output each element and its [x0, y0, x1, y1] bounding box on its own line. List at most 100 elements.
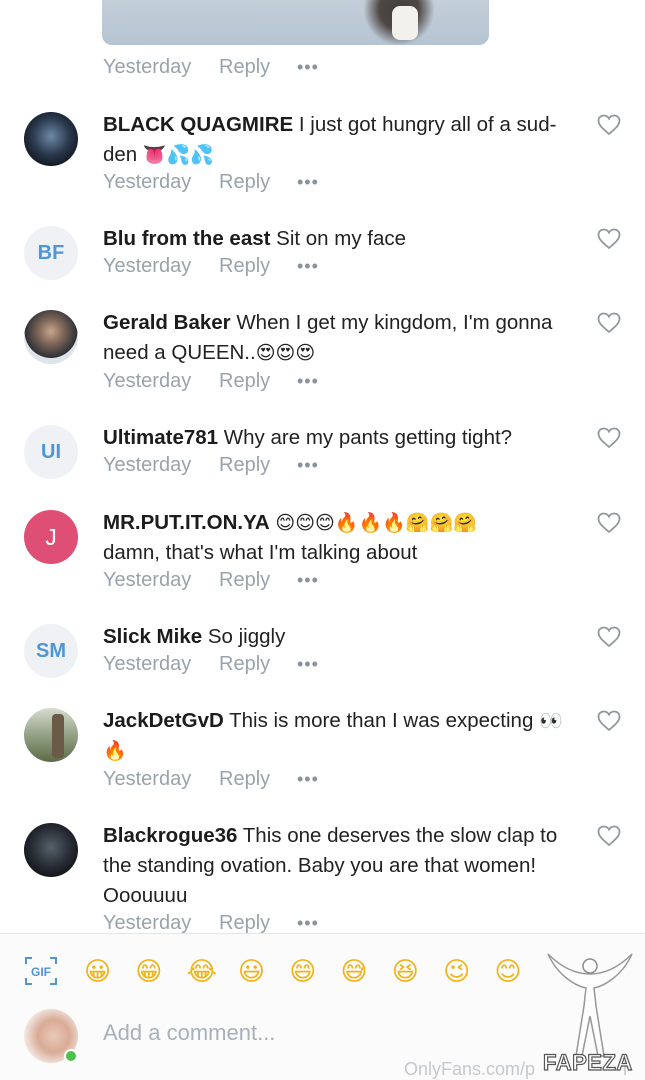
emoji-wink[interactable]: 😉 [443, 954, 494, 990]
fapeza-brand: FAPEZA [542, 1049, 633, 1075]
more-options-icon[interactable]: ••• [297, 455, 319, 476]
comment-text: Ultimate781 Why are my pants getting tig… [103, 423, 568, 453]
reply-button[interactable]: Reply [219, 56, 297, 79]
gif-label: GIF [31, 965, 51, 979]
like-heart-icon[interactable] [597, 512, 621, 534]
reply-button[interactable]: Reply [219, 171, 297, 194]
comment-author[interactable]: JackDetGvD [103, 709, 224, 732]
emoji-beaming[interactable]: 😁 [135, 954, 186, 990]
comment-body: damn, that's what I'm talking about [103, 541, 418, 564]
image-figure-shirt [392, 6, 418, 40]
emoji-smiley[interactable]: 😃 [238, 954, 289, 990]
like-heart-icon[interactable] [597, 626, 621, 648]
online-status-dot [64, 1049, 78, 1063]
comment-body: I just got hungry all of a sud- [298, 113, 557, 136]
reply-button[interactable]: Reply [219, 569, 297, 592]
emoji-quick-row: 😀 😁 😂 😃 😄 😅 😆 😉 😊 [84, 954, 546, 990]
avatar[interactable] [24, 310, 78, 364]
comment-meta: Yesterday Reply ••• [103, 768, 319, 791]
avatar[interactable]: J [24, 510, 78, 564]
comment-text: BLACK QUAGMIRE I just got hungry all of … [103, 110, 568, 170]
more-options-icon[interactable]: ••• [297, 256, 319, 277]
comment-meta: Yesterday Reply ••• [103, 912, 319, 935]
avatar[interactable] [24, 823, 78, 877]
comment-text: MR.PUT.IT.ON.YA 😊😊😊🔥🔥🔥🤗🤗🤗 damn, that's w… [103, 508, 568, 568]
more-options-icon[interactable]: ••• [297, 57, 319, 78]
comment-body: So jiggly [207, 625, 286, 648]
comment-input[interactable]: Add a comment... [103, 1020, 275, 1046]
emoji-grinning[interactable]: 😀 [84, 954, 135, 990]
like-heart-icon[interactable] [597, 427, 621, 449]
reply-button[interactable]: Reply [219, 255, 297, 278]
comment-body-cont: Ooouuuu [103, 884, 188, 907]
comment-meta: Yesterday Reply ••• [103, 454, 319, 477]
like-heart-icon[interactable] [597, 825, 621, 847]
emoji-laughing[interactable]: 😆 [392, 954, 443, 990]
comment-body-cont: the standing ovation. Baby you are that … [103, 854, 537, 877]
comment-composer: GIF 😀 😁 😂 😃 😄 😅 😆 😉 😊 Add a comment... O… [0, 933, 645, 1080]
comment-text: Slick Mike So jiggly [103, 622, 568, 652]
comment-meta: Yesterday Reply ••• [103, 569, 319, 592]
comment-time: Yesterday [103, 569, 192, 591]
comment-time: Yesterday [103, 912, 192, 934]
comment-body: This one deserves the slow clap to [242, 824, 558, 847]
comment-time: Yesterday [103, 454, 192, 476]
comment-meta: Yesterday Reply ••• [103, 56, 319, 79]
comment-body: This is more than I was expecting [229, 709, 534, 732]
like-heart-icon[interactable] [597, 114, 621, 136]
avatar[interactable] [24, 112, 78, 166]
like-heart-icon[interactable] [597, 228, 621, 250]
comment-emoji: 👀 [539, 710, 563, 732]
comment-meta: Yesterday Reply ••• [103, 255, 319, 278]
more-options-icon[interactable]: ••• [297, 913, 319, 934]
emoji-sweat-smile[interactable]: 😅 [340, 954, 391, 990]
reply-button[interactable]: Reply [219, 454, 297, 477]
reply-button[interactable]: Reply [219, 653, 297, 676]
comment-author[interactable]: Blackrogue36 [103, 824, 237, 847]
comment-time: Yesterday [103, 768, 192, 790]
comment-time: Yesterday [103, 56, 192, 78]
comment-time: Yesterday [103, 171, 192, 193]
comment-body: Why are my pants getting tight? [223, 426, 513, 449]
avatar[interactable] [24, 708, 78, 762]
avatar[interactable]: SM [24, 624, 78, 678]
comment-time: Yesterday [103, 653, 192, 675]
more-options-icon[interactable]: ••• [297, 570, 319, 591]
comment-text: JackDetGvD This is more than I was expec… [103, 706, 568, 766]
post-image[interactable] [102, 0, 489, 45]
reply-button[interactable]: Reply [219, 768, 297, 791]
more-options-icon[interactable]: ••• [297, 371, 319, 392]
comment-author[interactable]: Slick Mike [103, 625, 202, 648]
emoji-smile[interactable]: 😄 [289, 954, 340, 990]
comment-author[interactable]: MR.PUT.IT.ON.YA [103, 511, 270, 534]
comment-text: Gerald Baker When I get my kingdom, I'm … [103, 308, 568, 368]
comment-emoji: 🔥 [103, 740, 127, 762]
comment-author[interactable]: Ultimate781 [103, 426, 218, 449]
comment-author[interactable]: Gerald Baker [103, 311, 231, 334]
comment-meta: Yesterday Reply ••• [103, 171, 319, 194]
comment-author[interactable]: Blu from the east [103, 227, 270, 250]
more-options-icon[interactable]: ••• [297, 654, 319, 675]
comment-body: Sit on my face [276, 227, 407, 250]
comment-text: Blackrogue36 This one deserves the slow … [103, 821, 568, 911]
more-options-icon[interactable]: ••• [297, 172, 319, 193]
comment-meta: Yesterday Reply ••• [103, 653, 319, 676]
avatar[interactable]: BF [24, 226, 78, 280]
like-heart-icon[interactable] [597, 710, 621, 732]
comment-time: Yesterday [103, 255, 192, 277]
emoji-joy[interactable]: 😂 [187, 954, 238, 990]
comment-time: Yesterday [103, 370, 192, 392]
comment-body-cont: den [103, 143, 138, 166]
avatar[interactable]: UI [24, 425, 78, 479]
comment-text: Blu from the east Sit on my face [103, 224, 568, 254]
comment-emoji: 👅💦💦 [142, 144, 214, 166]
comment-author[interactable]: BLACK QUAGMIRE [103, 113, 293, 136]
reply-button[interactable]: Reply [219, 370, 297, 393]
comment-body: When I get my kingdom, I'm gonna [236, 311, 553, 334]
more-options-icon[interactable]: ••• [297, 769, 319, 790]
like-heart-icon[interactable] [597, 312, 621, 334]
comment-body-cont: need a QUEEN.. [103, 341, 256, 364]
reply-button[interactable]: Reply [219, 912, 297, 935]
gif-icon[interactable]: GIF [24, 956, 58, 986]
comment-emoji: 😊😊😊🔥🔥🔥🤗🤗🤗 [275, 512, 477, 534]
